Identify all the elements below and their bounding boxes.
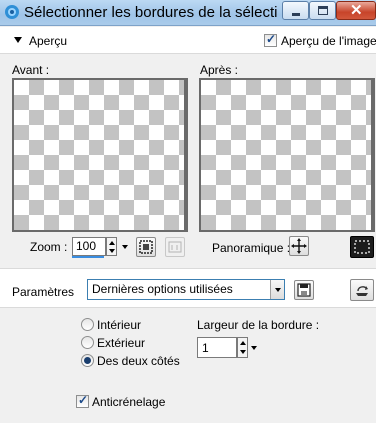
zoom-actual-icon [168, 241, 182, 253]
maximize-icon [318, 6, 328, 15]
check-icon: ✓ [266, 32, 277, 46]
radio-both-sides[interactable] [81, 354, 94, 367]
spin-down-icon[interactable] [240, 350, 246, 354]
radio-outside[interactable] [81, 336, 94, 349]
selection-marquee-icon [354, 240, 370, 254]
collapse-arrow-icon[interactable] [14, 37, 22, 43]
before-preview-pane[interactable] [12, 78, 188, 232]
save-preset-icon [297, 283, 311, 297]
reset-icon [356, 286, 368, 296]
preview-section-header: Aperçu ✓ Aperçu de l'image [0, 27, 376, 54]
after-label: Après : [200, 63, 239, 77]
image-preview-label: Aperçu de l'image [281, 34, 376, 48]
preset-dropdown-button[interactable] [270, 280, 284, 299]
chevron-down-icon [275, 288, 281, 292]
pan-move-icon [291, 238, 307, 254]
spin-up-icon[interactable] [240, 341, 246, 345]
border-width-label: Largeur de la bordure : [197, 318, 320, 332]
zoom-spinner[interactable] [106, 237, 117, 256]
zoom-input-focus-line [72, 256, 104, 258]
antialias-label[interactable]: Anticrénelage [92, 395, 165, 409]
save-preset-button[interactable] [294, 280, 314, 300]
minimize-icon [292, 13, 300, 16]
border-width-spinner[interactable] [237, 337, 248, 358]
zoom-fit-icon [139, 240, 153, 254]
border-width-dropdown-icon[interactable] [251, 346, 257, 350]
radio-inside[interactable] [81, 318, 94, 331]
close-button[interactable]: ✕ [336, 1, 376, 20]
zoom-dropdown-icon[interactable] [122, 245, 128, 249]
check-icon: ✓ [78, 393, 89, 407]
zoom-label: Zoom : [30, 240, 68, 254]
before-label: Avant : [12, 63, 50, 77]
preset-combo[interactable]: Dernières options utilisées [87, 279, 285, 300]
close-icon: ✕ [350, 2, 363, 19]
radio-outside-label[interactable]: Extérieur [97, 336, 145, 350]
pan-button[interactable] [289, 236, 309, 256]
image-preview-checkbox[interactable]: ✓ [264, 32, 277, 47]
zoom-actual-size-button[interactable] [165, 237, 185, 257]
maximize-button[interactable] [309, 1, 336, 20]
antialias-checkbox[interactable]: ✓ [76, 393, 89, 408]
minimize-button[interactable] [282, 1, 309, 20]
settings-label: Paramètres [12, 285, 75, 299]
preview-scrollbar[interactable] [184, 80, 186, 230]
preview-scrollbar[interactable] [371, 80, 373, 230]
show-selection-button[interactable] [350, 236, 374, 258]
pan-label: Panoramique : [212, 241, 291, 255]
reset-button[interactable] [350, 279, 374, 301]
zoom-fit-button[interactable] [136, 237, 156, 257]
spin-up-icon[interactable] [109, 241, 115, 245]
spin-down-icon[interactable] [109, 249, 115, 253]
preview-section-label: Aperçu [29, 34, 68, 48]
radio-selected-dot [84, 357, 91, 364]
border-width-input[interactable]: 1 [197, 337, 237, 358]
title-bar[interactable]: Sélectionner les bordures de la sélecti … [0, 0, 376, 26]
app-icon [5, 5, 19, 19]
radio-both-sides-label[interactable]: Des deux côtés [97, 354, 180, 368]
radio-inside-label[interactable]: Intérieur [97, 318, 141, 332]
after-preview-pane[interactable] [199, 78, 375, 232]
window-title: Sélectionner les bordures de la sélecti [24, 4, 278, 21]
zoom-input[interactable]: 100 [72, 237, 106, 256]
